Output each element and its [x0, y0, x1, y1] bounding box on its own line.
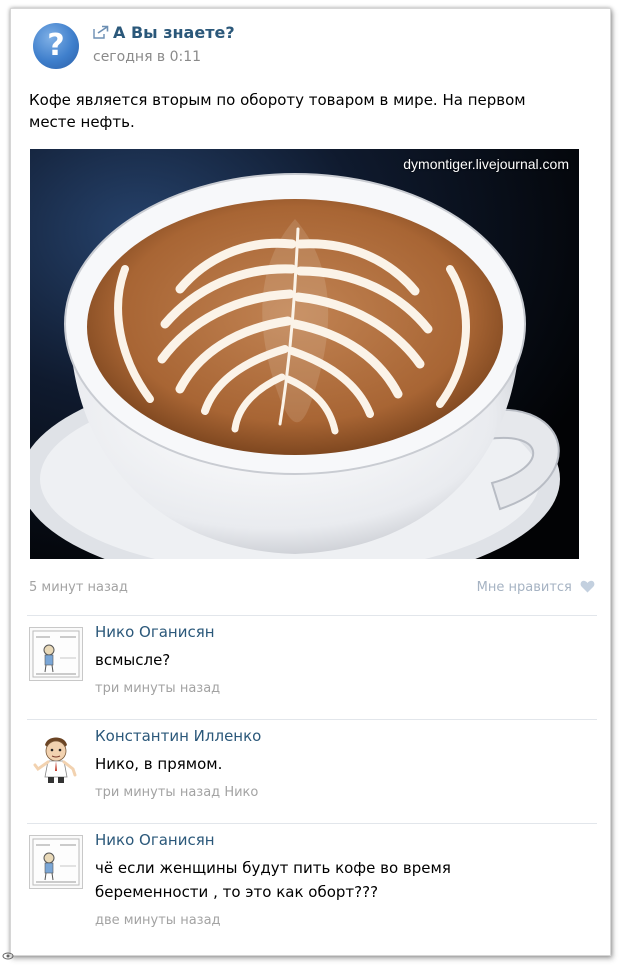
divider [27, 823, 597, 824]
photo-watermark: dymontiger.livejournal.com [403, 156, 569, 172]
heart-icon [580, 580, 595, 593]
post-title[interactable]: А Вы знаете? [113, 23, 235, 42]
post-ago[interactable]: 5 минут назад [29, 580, 128, 595]
comment-author[interactable]: Нико Оганисян [95, 623, 575, 641]
comment: Нико Оганисян чё если женщины будут пить… [27, 827, 597, 952]
cartoon-man-avatar [33, 737, 77, 783]
comic-drawing-avatar [32, 838, 80, 886]
share-arrow-icon [93, 25, 109, 39]
comment-time-label[interactable]: три минуты назад [95, 785, 220, 800]
comment-text-line: беременности , то это как оборт??? [95, 883, 379, 901]
comment-avatar[interactable] [29, 627, 83, 681]
comic-drawing-avatar [32, 630, 80, 678]
comment-avatar[interactable] [29, 835, 83, 889]
comment-body: Нико Оганисян всмысле? три минуты назад [95, 623, 575, 696]
comment-time: три минуты назад Нико [95, 785, 575, 800]
comment-body: Нико Оганисян чё если женщины будут пить… [95, 831, 575, 928]
post-meta: 5 минут назад Мне нравится [29, 580, 595, 600]
comment-time-label[interactable]: две минуты назад [95, 913, 221, 928]
comment: Нико Оганисян всмысле? три минуты назад [27, 619, 597, 719]
comment-time: две минуты назад [95, 913, 575, 928]
comment: Константин Илленко Нико, в прямом. три м… [27, 723, 597, 823]
post-time[interactable]: сегодня в 0:11 [93, 49, 235, 65]
post-photo[interactable]: dymontiger.livejournal.com [30, 149, 579, 559]
comment-time-label: три минуты назад [95, 681, 221, 696]
group-avatar[interactable]: ? [33, 23, 79, 69]
comment-body: Константин Илленко Нико, в прямом. три м… [95, 727, 575, 800]
comment-author[interactable]: Константин Илленко [95, 727, 575, 745]
comment-time[interactable]: три минуты назад [95, 681, 575, 696]
divider [27, 615, 597, 616]
comment-author[interactable]: Нико Оганисян [95, 831, 575, 849]
like-button[interactable]: Мне нравится [477, 580, 595, 595]
post-header: А Вы знаете? сегодня в 0:11 [93, 23, 235, 65]
eye-icon [2, 952, 14, 960]
comment-text: чё если женщины будут пить кофе во время… [95, 856, 575, 904]
question-mark-icon: ? [47, 28, 65, 63]
comment-text: Нико, в прямом. [95, 752, 575, 776]
comment-text-line: чё если женщины будут пить кофе во время [95, 859, 451, 877]
post-card: ? А Вы знаете? сегодня в 0:11 Кофе являе… [10, 8, 611, 956]
comment-text-line: всмысле? [95, 651, 171, 669]
like-label: Мне нравится [476, 580, 572, 595]
post-text-line: Кофе является вторым по обороту товаром … [29, 91, 526, 109]
latte-art-image [30, 149, 579, 559]
divider [27, 719, 597, 720]
comment-text: всмысле? [95, 648, 575, 672]
post-text: Кофе является вторым по обороту товаром … [29, 89, 589, 133]
post-text-line: месте нефть. [29, 113, 135, 131]
comment-reply-to[interactable]: Нико [224, 785, 258, 800]
comment-avatar[interactable] [29, 731, 83, 785]
comment-text-line: Нико, в прямом. [95, 755, 223, 773]
